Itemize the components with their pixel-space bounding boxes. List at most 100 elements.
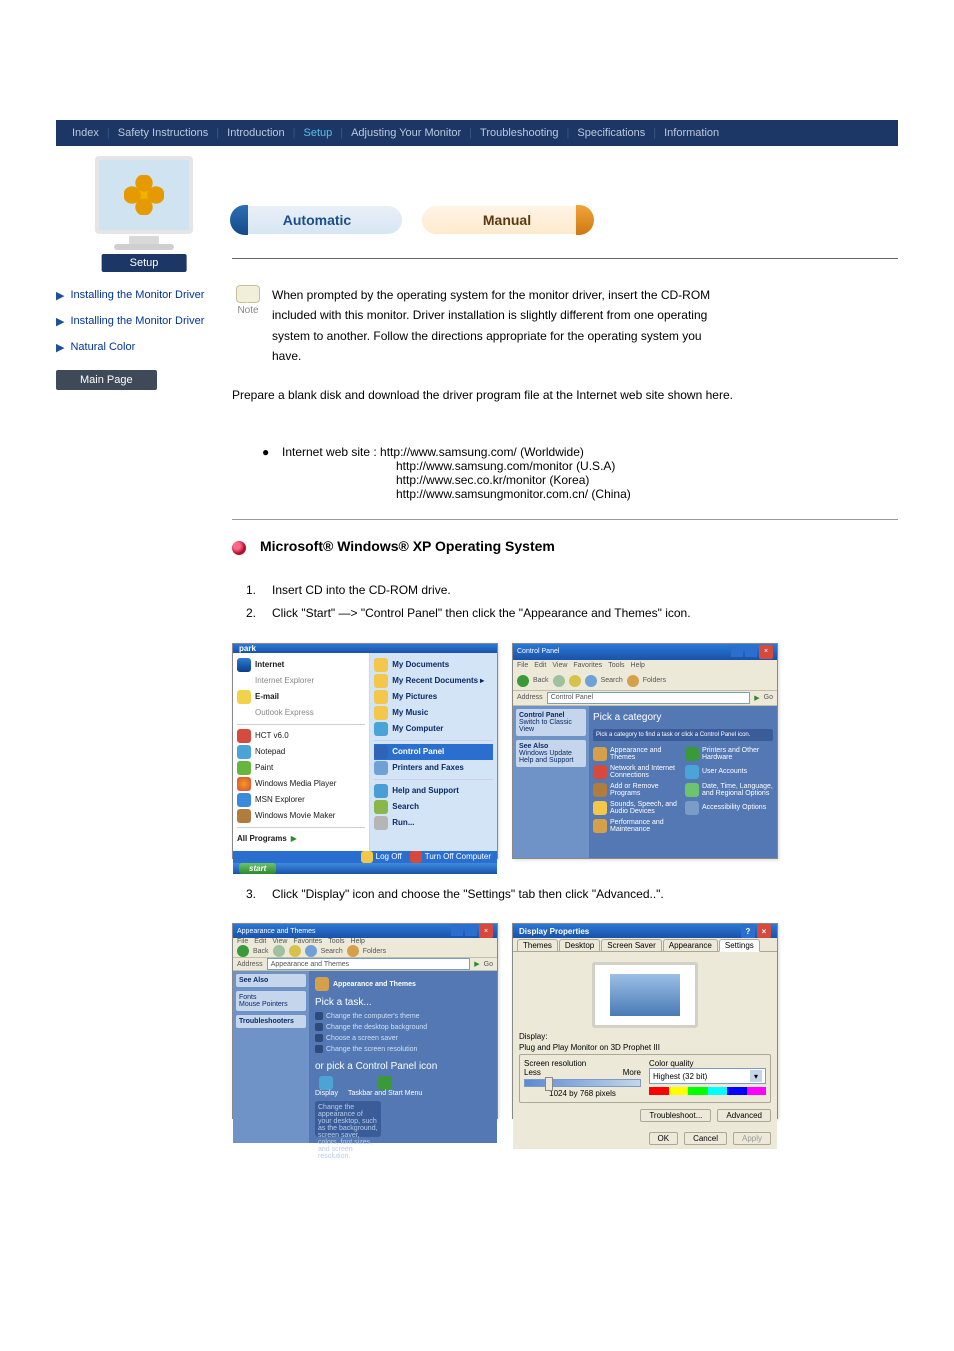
folders-icon[interactable] (347, 945, 359, 957)
top-nav: Index| Safety Instructions| Introduction… (56, 120, 898, 146)
color-group-label: Color quality (649, 1059, 766, 1068)
turnoff-button[interactable]: Turn Off Computer (410, 851, 491, 863)
forward-icon[interactable] (553, 675, 565, 687)
nav-intro[interactable]: Introduction (221, 127, 290, 139)
tab-themes[interactable]: Themes (517, 939, 558, 951)
cat-users[interactable]: User Accounts (685, 765, 773, 779)
printers-icon (374, 761, 388, 775)
logoff-button[interactable]: Log Off (361, 851, 402, 863)
note-line: included with this monitor. Driver insta… (272, 305, 710, 325)
dp-display-value: Plug and Play Monitor on 3D Prophet III (519, 1043, 771, 1052)
sidebar-item-natural-color[interactable]: Natural Color (70, 341, 135, 353)
minimize-icon[interactable] (731, 645, 743, 657)
msn-icon (237, 793, 251, 807)
sidebar-item-driver-2[interactable]: Installing the Monitor Driver (70, 315, 204, 327)
task-theme[interactable]: Change the computer's theme (315, 1012, 491, 1020)
or-pick-title: or pick a Control Panel icon (315, 1061, 491, 1072)
advanced-button[interactable]: Advanced (717, 1109, 771, 1122)
switch-classic-link[interactable]: Switch to Classic View (519, 719, 572, 733)
mail-icon (237, 690, 251, 704)
address-field[interactable]: Control Panel (547, 692, 751, 704)
cpicon-taskbar[interactable]: Taskbar and Start Menu (348, 1076, 422, 1097)
forward-icon[interactable] (273, 945, 285, 957)
cp-hint: Pick a category to find a task or click … (593, 729, 773, 741)
nav-adjusting[interactable]: Adjusting Your Monitor (345, 127, 467, 139)
tab-pills: Automatic Manual (232, 206, 898, 234)
start-button[interactable]: start (239, 863, 276, 874)
dp-title: Display Properties (519, 927, 589, 936)
folders-icon[interactable] (627, 675, 639, 687)
tab-screensaver[interactable]: Screen Saver (601, 939, 661, 951)
step-2: Click "Start" —> "Control Panel" then cl… (272, 602, 898, 625)
tip-box: Change the appearance of your desktop, s… (315, 1101, 381, 1137)
resolution-slider[interactable] (524, 1079, 641, 1087)
cat-network[interactable]: Network and Internet Connections (593, 765, 681, 779)
maximize-icon[interactable] (465, 924, 477, 936)
help-icon (374, 784, 388, 798)
cancel-button[interactable]: Cancel (684, 1132, 727, 1145)
internet-site-main: Internet web site : http://www.samsung.c… (282, 445, 584, 459)
ok-button[interactable]: OK (649, 1132, 679, 1145)
url-usa[interactable]: http://www.samsung.com/monitor (U.S.A) (396, 459, 898, 473)
up-icon[interactable] (569, 675, 581, 687)
up-icon[interactable] (289, 945, 301, 957)
pick-task-title: Pick a task... (315, 997, 491, 1008)
task-resolution[interactable]: Change the screen resolution (315, 1045, 491, 1053)
sidebar-item-driver-1[interactable]: Installing the Monitor Driver (70, 289, 204, 301)
wmm-icon (237, 809, 251, 823)
cat-sound[interactable]: Sounds, Speech, and Audio Devices (593, 801, 681, 815)
res-group-label: Screen resolution (524, 1059, 641, 1068)
troubleshoot-button[interactable]: Troubleshoot... (640, 1109, 711, 1122)
tab-settings[interactable]: Settings (719, 939, 760, 952)
color-quality-select[interactable]: Highest (32 bit) ▾ (649, 1068, 766, 1084)
dropdown-arrow-icon: ▾ (750, 1070, 762, 1082)
folder-icon (374, 706, 388, 720)
cat-perf[interactable]: Performance and Maintenance (593, 819, 681, 833)
screenshot-start-menu: park Internet Internet Explorer E-mail O… (232, 643, 498, 859)
cat-access[interactable]: Accessibility Options (685, 801, 773, 815)
cat-date[interactable]: Date, Time, Language, and Regional Optio… (685, 783, 773, 797)
close-icon[interactable]: × (479, 924, 493, 938)
help-icon[interactable]: ? (741, 924, 755, 938)
minimize-icon[interactable] (451, 924, 463, 936)
note-icon: Note (232, 285, 264, 316)
task-screensaver[interactable]: Choose a screen saver (315, 1034, 491, 1042)
back-icon[interactable] (237, 945, 249, 957)
tab-automatic[interactable]: Automatic (232, 206, 402, 234)
url-korea[interactable]: http://www.sec.co.kr/monitor (Korea) (396, 473, 898, 487)
search-icon (374, 800, 388, 814)
cat-addremove[interactable]: Add or Remove Programs (593, 783, 681, 797)
search-icon[interactable] (585, 675, 597, 687)
note-line: have. (272, 346, 710, 366)
step-marker-icon (232, 541, 246, 555)
wmp-icon (237, 777, 251, 791)
flower-icon (124, 175, 164, 215)
address-field[interactable]: Appearance and Themes (267, 958, 471, 970)
main-page-button[interactable]: Main Page (56, 370, 157, 390)
cat-appearance[interactable]: Appearance and Themes (593, 747, 681, 761)
cat-printers[interactable]: Printers and Other Hardware (685, 747, 773, 761)
nav-setup[interactable]: Setup (297, 127, 338, 139)
folder-icon (374, 690, 388, 704)
tab-appearance[interactable]: Appearance (663, 939, 718, 951)
bullet-icon: ● (262, 445, 282, 459)
nav-safety[interactable]: Safety Instructions (112, 127, 215, 139)
folder-icon (374, 658, 388, 672)
close-icon[interactable]: × (757, 924, 771, 938)
search-icon[interactable] (305, 945, 317, 957)
step-num: 2. (246, 602, 272, 625)
url-china[interactable]: http://www.samsungmonitor.com.cn/ (China… (396, 487, 898, 501)
nav-index[interactable]: Index (66, 127, 105, 139)
tab-desktop[interactable]: Desktop (559, 939, 600, 951)
task-background[interactable]: Change the desktop background (315, 1023, 491, 1031)
back-icon[interactable] (517, 675, 529, 687)
nav-info[interactable]: Information (658, 127, 725, 139)
nav-specs[interactable]: Specifications (571, 127, 651, 139)
maximize-icon[interactable] (745, 645, 757, 657)
dp-tabs: Themes Desktop Screen Saver Appearance S… (513, 938, 777, 952)
cpicon-display[interactable]: Display (315, 1076, 338, 1097)
nav-trouble[interactable]: Troubleshooting (474, 127, 564, 139)
close-icon[interactable]: × (759, 645, 773, 659)
tab-manual[interactable]: Manual (422, 206, 592, 234)
apply-button[interactable]: Apply (733, 1132, 771, 1145)
